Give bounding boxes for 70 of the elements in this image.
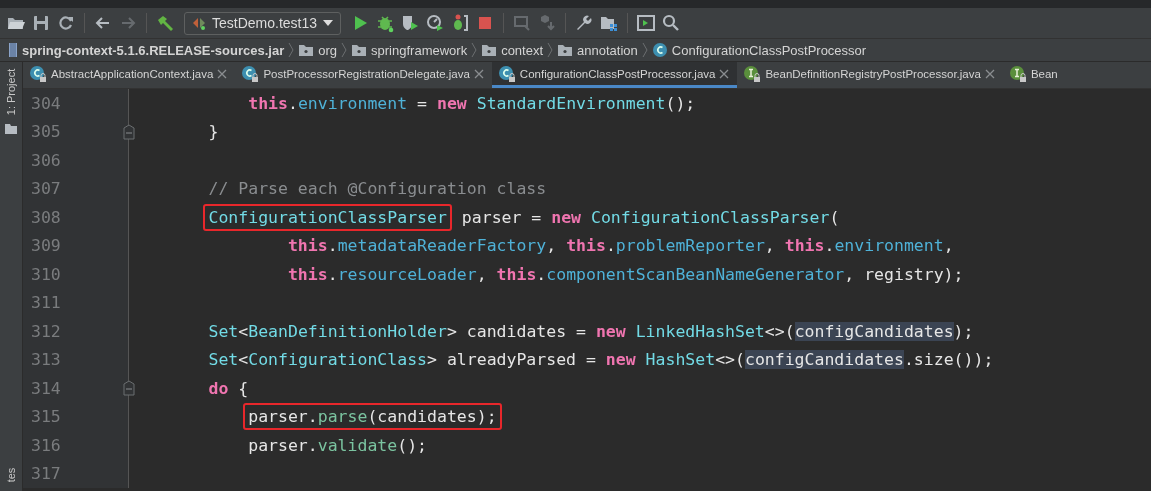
annotation-box: parser.parse(candidates); <box>243 403 502 431</box>
run-config-icon <box>192 16 206 30</box>
chevron-icon <box>471 42 478 58</box>
line-number: 306 <box>31 150 61 170</box>
code-text: this.metadataReaderFactory, this.problemReporter, this.environment, <box>287 236 954 256</box>
line-number: 308 <box>31 207 61 227</box>
code-text: Set<BeanDefinitionHolder> candidates = new LinkedHashSet<>(configCandidates); <box>208 321 974 341</box>
line-number: 309 <box>31 236 61 256</box>
tool-window-tab[interactable]: tes <box>5 467 17 483</box>
breadcrumb-item[interactable]: context <box>501 42 544 58</box>
tool-window-tab[interactable]: 1: Project <box>5 68 17 116</box>
folder-icon <box>351 43 368 57</box>
chevron-icon <box>547 42 554 58</box>
editor-tab[interactable]: ConfigurationClassPostProcessor.java <box>491 62 738 88</box>
chevron-icon <box>641 42 648 58</box>
editor-tab[interactable]: AbstractApplicationContext.java <box>23 62 236 88</box>
code-text: this.resourceLoader, this.componentScanBeanNameGenerator, registry); <box>287 264 964 284</box>
line-number: 307 <box>31 179 61 199</box>
line-number: 310 <box>31 264 61 284</box>
code-text: Set<ConfigurationClass> alreadyParsed = new HashSet<>(configCandidates.size()); <box>208 350 994 370</box>
line-number: 305 <box>31 122 61 142</box>
line-number: 316 <box>31 435 61 455</box>
class-icon <box>651 42 668 58</box>
close-icon[interactable] <box>984 68 995 79</box>
hammer-icon[interactable] <box>155 13 175 33</box>
folder-icon <box>557 43 574 57</box>
save-icon[interactable] <box>31 13 51 33</box>
line-number: 315 <box>31 407 61 427</box>
breadcrumb-item[interactable]: annotation <box>577 42 638 58</box>
code-text: do { <box>208 378 249 398</box>
folder-icon <box>5 124 17 134</box>
caret-icon <box>323 20 334 26</box>
close-icon[interactable] <box>473 68 484 79</box>
breadcrumb-item[interactable]: ConfigurationClassPostProcessor <box>671 42 867 58</box>
run-config-dropdown[interactable]: TestDemo.test13 <box>184 11 342 35</box>
breadcrumb-item[interactable]: spring-context-5.1.6.RELEASE-sources.jar <box>22 42 285 58</box>
code-text: this.environment = new StandardEnvironment(); <box>248 93 696 113</box>
chevron-icon <box>341 42 348 58</box>
line-number: 304 <box>31 93 61 113</box>
folder-icon <box>481 43 498 57</box>
editor-tab[interactable]: BeanDefinitionRegistryPostProcessor.java <box>737 62 1003 88</box>
class-icon <box>241 64 260 83</box>
fold-marker-icon[interactable] <box>123 380 135 397</box>
close-icon[interactable] <box>217 68 228 79</box>
code-text: parser = new ConfigurationClassParser( <box>460 207 840 227</box>
close-icon[interactable] <box>719 68 730 79</box>
line-number: 313 <box>31 350 61 370</box>
line-number: 314 <box>31 378 61 398</box>
code-text: parser.validate(); <box>248 435 428 455</box>
interface-icon <box>1008 64 1027 83</box>
class-icon <box>29 64 47 83</box>
folder-icon <box>298 43 315 57</box>
jar-icon <box>8 42 18 58</box>
breadcrumb-item[interactable]: org <box>318 42 338 58</box>
class-icon <box>497 64 516 83</box>
line-number: 317 <box>31 464 61 484</box>
interface-icon <box>743 64 762 83</box>
chevron-icon <box>288 42 295 58</box>
editor-tab[interactable]: PostProcessorRegistrationDelegate.java <box>235 62 492 88</box>
code-text: } <box>208 122 219 142</box>
breadcrumb-item[interactable]: springframework <box>371 42 468 58</box>
line-number: 311 <box>31 293 61 313</box>
window-icon[interactable] <box>636 13 657 33</box>
editor-tab[interactable]: Bean <box>1002 62 1066 88</box>
annotation-box: ConfigurationClassParser <box>203 203 452 231</box>
bug-icon[interactable] <box>375 13 396 33</box>
fold-marker-icon[interactable] <box>123 123 135 140</box>
line-number: 312 <box>31 321 61 341</box>
sync-icon[interactable] <box>56 13 76 33</box>
code-text: // Parse each @Configuration class <box>208 179 547 199</box>
